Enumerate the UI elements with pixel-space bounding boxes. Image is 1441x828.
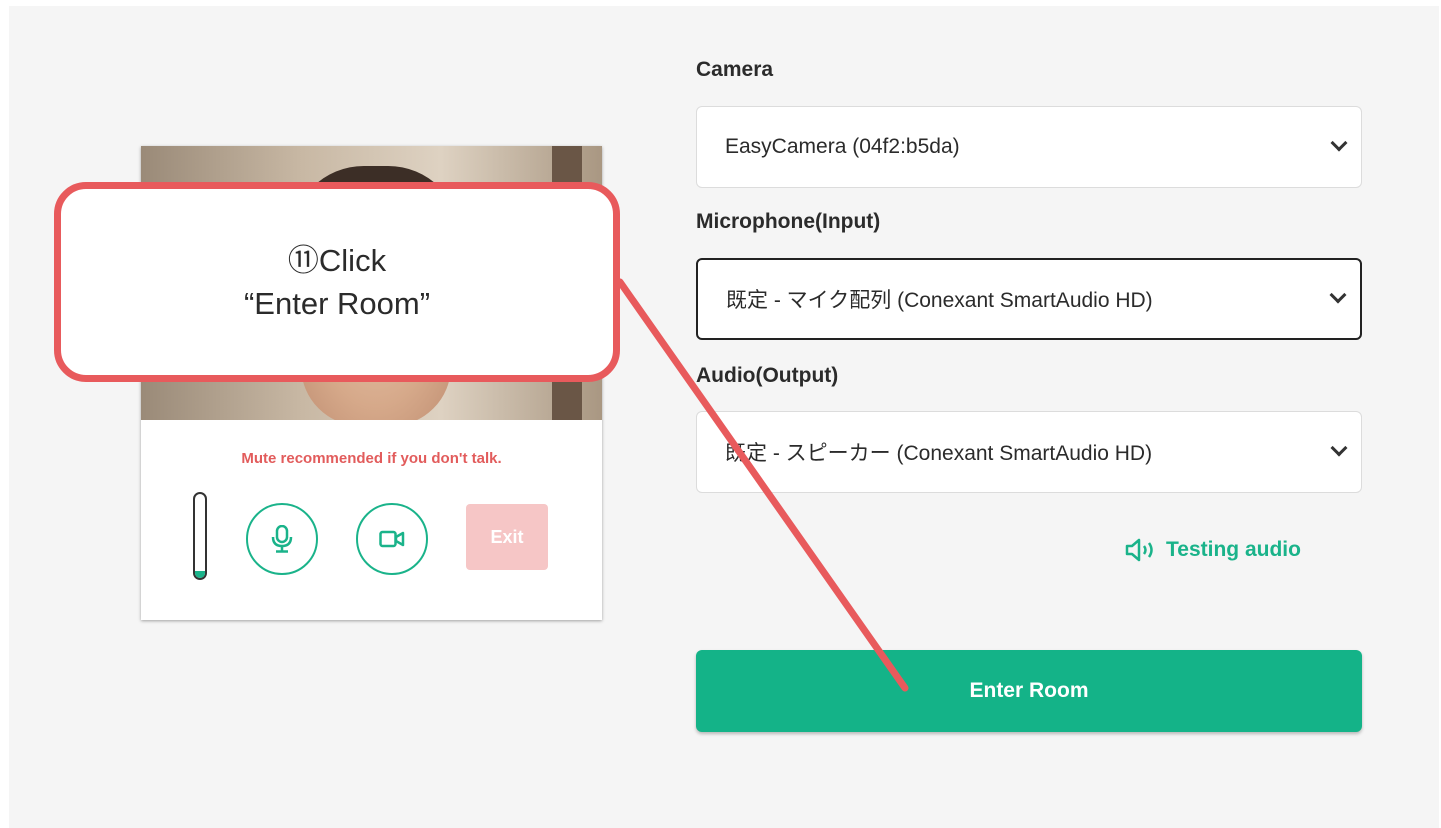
annotation-instruction-text: “Enter Room” [243, 286, 431, 321]
annotation-callout: ⑪Click “Enter Room” [54, 182, 620, 382]
annotation-pointer-line [616, 278, 909, 692]
annotation-step-text: ⑪Click [287, 242, 387, 278]
